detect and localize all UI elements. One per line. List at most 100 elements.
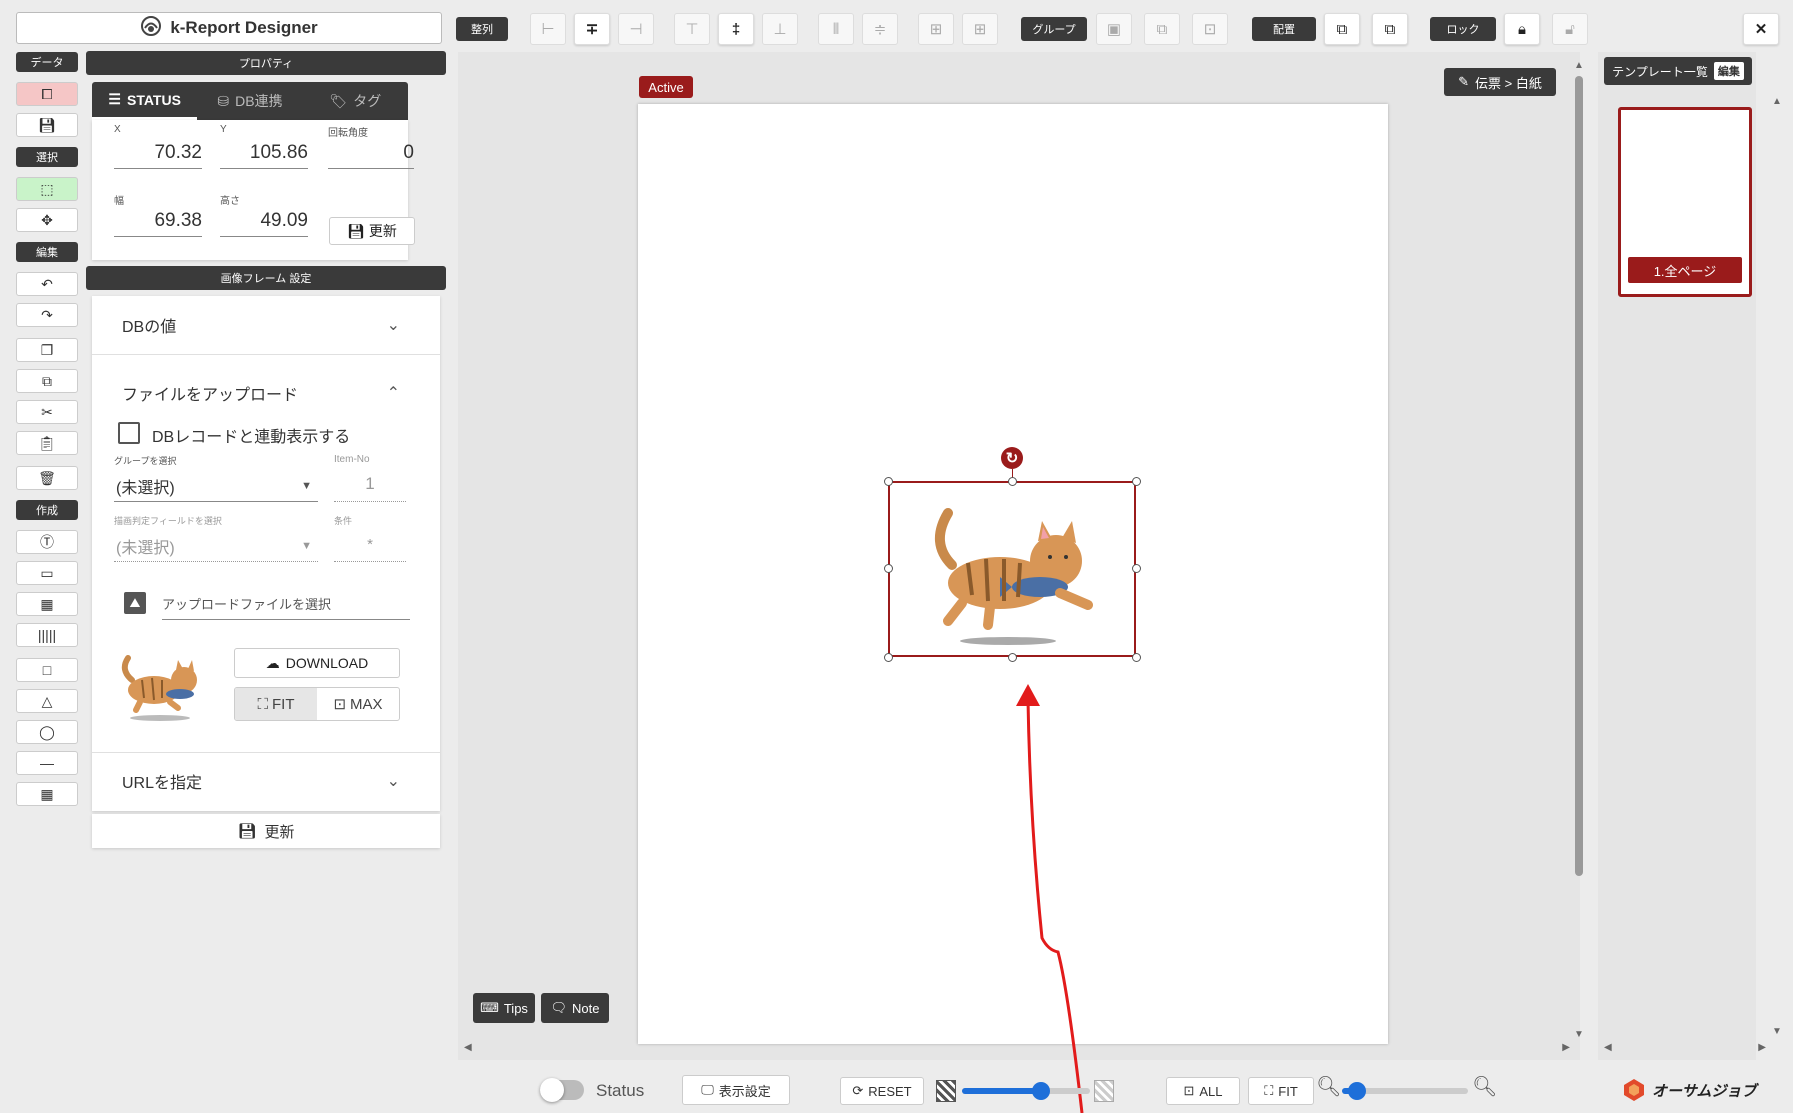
- template-scroll-up-icon[interactable]: ▲: [1772, 96, 1782, 107]
- item-no-field[interactable]: 1: [334, 468, 406, 502]
- image-frame-tool[interactable]: ▭: [16, 561, 78, 585]
- selected-image-frame[interactable]: [888, 481, 1136, 657]
- resize-handle-n[interactable]: [1008, 477, 1017, 486]
- resize-handle-w[interactable]: [884, 564, 893, 573]
- vertical-scroll-thumb[interactable]: [1575, 76, 1583, 876]
- resize-handle-nw[interactable]: [884, 477, 893, 486]
- zoom-slider[interactable]: [1342, 1082, 1468, 1100]
- qr-tool[interactable]: ▦: [16, 592, 78, 616]
- template-breadcrumb[interactable]: ✎ 伝票 > 白紙: [1444, 68, 1556, 96]
- group-select[interactable]: (未選択) ▼: [114, 468, 318, 502]
- fit-button[interactable]: ⛶ FIT: [235, 688, 317, 720]
- ellipse-icon: ◯: [39, 723, 55, 740]
- undo-tool[interactable]: ↶: [16, 272, 78, 296]
- resize-handle-se[interactable]: [1132, 653, 1141, 662]
- zoom-fit-button[interactable]: ⛶ FIT: [1248, 1077, 1314, 1105]
- y-field[interactable]: 105.86: [220, 142, 308, 169]
- horizontal-scrollbar[interactable]: ◀ ▶: [462, 1042, 1572, 1056]
- bring-front-button[interactable]: ⧉: [1324, 13, 1360, 45]
- tab-db-link[interactable]: ⛁ DB連携: [197, 82, 302, 120]
- move-tool[interactable]: ✥: [16, 208, 78, 232]
- group-select-button[interactable]: ⊡: [1192, 13, 1228, 45]
- table-tool[interactable]: ▦: [16, 782, 78, 806]
- keyboard-icon: ⌨: [480, 1000, 499, 1015]
- grid-h-button[interactable]: ⊞: [918, 13, 954, 45]
- scroll-down-icon[interactable]: ▼: [1574, 1029, 1584, 1040]
- align-top-button[interactable]: ⊤: [674, 13, 710, 45]
- close-button[interactable]: ✕: [1743, 13, 1779, 45]
- select-tool[interactable]: ⬚: [16, 177, 78, 201]
- zoom-in-icon[interactable]: 🔍︎: [1472, 1074, 1497, 1099]
- duplicate-tool[interactable]: ⧉: [16, 369, 78, 393]
- zoom-out-icon[interactable]: 🔍︎: [1316, 1074, 1341, 1099]
- align-right-button[interactable]: ⊣: [618, 13, 654, 45]
- image-frame-update-button[interactable]: 💾︎ 更新: [92, 814, 440, 848]
- align-bottom-button[interactable]: ⊥: [762, 13, 798, 45]
- align-middle-button[interactable]: ‡: [718, 13, 754, 45]
- template-edit-button[interactable]: 編集: [1713, 62, 1744, 80]
- send-back-icon: ⧉: [1384, 20, 1396, 38]
- unlock-button[interactable]: 🔓︎: [1552, 13, 1588, 45]
- resize-handle-e[interactable]: [1132, 564, 1141, 573]
- tab-status[interactable]: ☰ STATUS: [92, 82, 198, 120]
- status-update-button[interactable]: 💾︎ 更新: [329, 217, 415, 245]
- paste-tool[interactable]: 📋︎: [16, 431, 78, 455]
- status-toggle[interactable]: [540, 1078, 584, 1102]
- field-select[interactable]: (未選択) ▼: [114, 528, 318, 562]
- ungroup-button[interactable]: ⧉: [1144, 13, 1180, 45]
- delete-tool[interactable]: 🗑︎: [16, 466, 78, 490]
- max-button[interactable]: ⊡ MAX: [317, 688, 399, 720]
- template-scroll-left-icon[interactable]: ◀: [1604, 1042, 1612, 1053]
- triangle-tool[interactable]: △: [16, 689, 78, 713]
- x-field[interactable]: 70.32: [114, 142, 202, 169]
- rotation-field[interactable]: 0: [328, 142, 414, 169]
- note-button[interactable]: 🗨︎ Note: [541, 993, 609, 1023]
- display-settings-button[interactable]: 🖵 表示設定: [682, 1075, 790, 1105]
- height-field[interactable]: 49.09: [220, 210, 308, 237]
- tips-button[interactable]: ⌨ Tips: [473, 993, 535, 1023]
- resize-handle-sw[interactable]: [884, 653, 893, 662]
- text-frame-tool[interactable]: Ⓣ: [16, 530, 78, 554]
- url-section[interactable]: URLを指定 ⌄: [92, 752, 440, 810]
- template-scroll-down-icon[interactable]: ▼: [1772, 1026, 1782, 1037]
- opacity-slider[interactable]: [962, 1082, 1090, 1100]
- db-link-checkbox[interactable]: [118, 422, 140, 444]
- tab-tag[interactable]: 🏷︎ タグ: [303, 82, 408, 120]
- image-icon: ⛰: [124, 592, 146, 614]
- scroll-right-icon[interactable]: ▶: [1562, 1042, 1570, 1053]
- line-tool[interactable]: —: [16, 751, 78, 775]
- rectangle-tool[interactable]: □: [16, 658, 78, 682]
- scroll-left-icon[interactable]: ◀: [464, 1042, 472, 1053]
- width-field[interactable]: 69.38: [114, 210, 202, 237]
- download-button[interactable]: ☁ DOWNLOAD: [234, 648, 400, 678]
- align-center-button[interactable]: ∓: [574, 13, 610, 45]
- grid-v-button[interactable]: ⊞: [962, 13, 998, 45]
- zoom-slider-knob[interactable]: [1348, 1082, 1366, 1100]
- template-scroll-right-icon[interactable]: ▶: [1758, 1042, 1766, 1053]
- distribute-h-button[interactable]: ⫴: [818, 13, 854, 45]
- lock-button[interactable]: 🔒︎: [1504, 13, 1540, 45]
- resize-handle-s[interactable]: [1008, 653, 1017, 662]
- ellipse-tool[interactable]: ◯: [16, 720, 78, 744]
- align-left-button[interactable]: ⊢: [530, 13, 566, 45]
- scroll-up-icon[interactable]: ▲: [1574, 60, 1584, 71]
- send-back-button[interactable]: ⧉: [1372, 13, 1408, 45]
- opacity-slider-knob[interactable]: [1032, 1082, 1050, 1100]
- zoom-all-button[interactable]: ⊡ ALL: [1166, 1077, 1240, 1105]
- condition-field[interactable]: *: [334, 528, 406, 562]
- preview-tool[interactable]: ⧠: [16, 82, 78, 106]
- redo-tool[interactable]: ↷: [16, 303, 78, 327]
- cut-tool[interactable]: ✂: [16, 400, 78, 424]
- barcode-tool[interactable]: |||||: [16, 623, 78, 647]
- save-tool[interactable]: 💾︎: [16, 113, 78, 137]
- rotate-handle-icon[interactable]: ↻: [1001, 447, 1023, 469]
- db-value-section[interactable]: DBの値 ⌄: [92, 296, 440, 354]
- group-button[interactable]: ▣: [1096, 13, 1132, 45]
- upload-section-header[interactable]: ファイルをアップロード ⌃: [92, 364, 440, 422]
- upload-file-input[interactable]: アップロードファイルを選択: [162, 586, 410, 620]
- reset-button[interactable]: ⟳ RESET: [840, 1077, 924, 1105]
- copy-tool[interactable]: ❐: [16, 338, 78, 362]
- template-horizontal-scrollbar[interactable]: ◀ ▶: [1604, 1042, 1766, 1056]
- distribute-v-button[interactable]: ≑: [862, 13, 898, 45]
- resize-handle-ne[interactable]: [1132, 477, 1141, 486]
